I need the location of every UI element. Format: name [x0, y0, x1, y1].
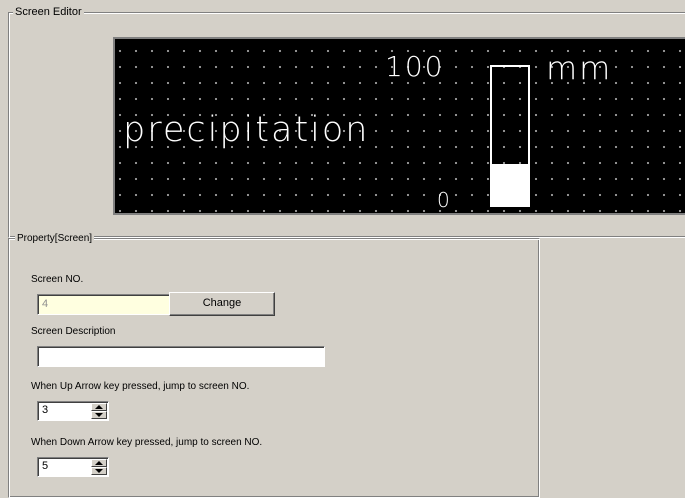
spin-down-button[interactable]	[91, 411, 107, 419]
lcd-min-value[interactable]: 0	[437, 189, 452, 211]
down-arrow-jump-label: When Down Arrow key pressed, jump to scr…	[31, 437, 263, 448]
arrow-down-icon	[95, 413, 103, 417]
arrow-up-icon	[95, 461, 103, 465]
screen-editor-group: Screen Editor precipitation 100 mm 0	[8, 6, 685, 238]
property-title: Property[Screen]	[15, 233, 95, 245]
arrow-down-icon	[95, 469, 103, 473]
lcd-bargraph[interactable]	[490, 65, 530, 207]
up-arrow-jump-spinner[interactable]: 3	[37, 401, 109, 421]
spin-up-button[interactable]	[91, 403, 107, 411]
lcd-label-text[interactable]: precipitation	[123, 111, 370, 149]
spin-up-button[interactable]	[91, 459, 107, 467]
screen-no-label: Screen NO.	[31, 274, 84, 285]
lcd-unit-text[interactable]: mm	[546, 51, 612, 85]
property-group: Property[Screen] Screen NO. 4 Change Scr…	[8, 233, 540, 498]
screen-no-field[interactable]: 4	[37, 294, 177, 315]
spin-down-button[interactable]	[91, 467, 107, 475]
screen-editor-title: Screen Editor	[13, 6, 84, 18]
screen-description-field[interactable]	[37, 346, 325, 367]
lcd-max-value[interactable]: 100	[385, 51, 444, 83]
down-arrow-jump-spinner[interactable]: 5	[37, 457, 109, 477]
screen-description-label: Screen Description	[31, 326, 116, 337]
up-arrow-jump-label: When Up Arrow key pressed, jump to scree…	[31, 381, 250, 392]
change-button[interactable]: Change	[169, 292, 275, 316]
lcd-bargraph-fill	[492, 163, 528, 205]
arrow-up-icon	[95, 405, 103, 409]
lcd-preview[interactable]: precipitation 100 mm 0	[113, 37, 685, 215]
